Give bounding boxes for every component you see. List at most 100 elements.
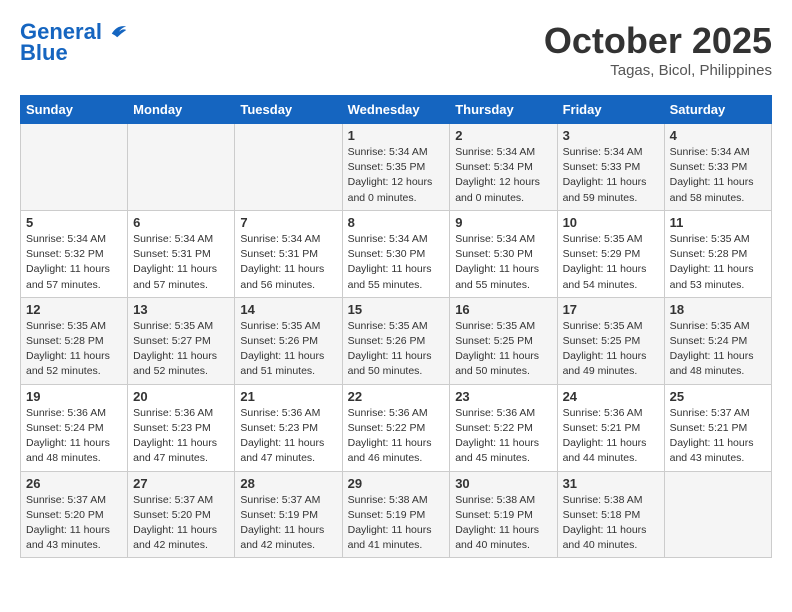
calendar-cell: 28 Sunrise: 5:37 AM Sunset: 5:19 PM Dayli… <box>235 471 342 558</box>
day-number: 2 <box>455 128 551 143</box>
day-info: Sunrise: 5:34 AM Sunset: 5:31 PM Dayligh… <box>133 232 229 293</box>
day-info: Sunrise: 5:34 AM Sunset: 5:33 PM Dayligh… <box>563 145 659 206</box>
calendar-cell: 8Sunrise: 5:34 AM Sunset: 5:30 PM Daylig… <box>342 210 450 297</box>
weekday-header-monday: Monday <box>128 96 235 124</box>
day-info: Sunrise: 5:36 AM Sunset: 5:23 PM Dayligh… <box>133 406 229 467</box>
day-number: 25 <box>670 389 766 404</box>
day-number: 18 <box>670 302 766 317</box>
calendar-cell: 10 Sunrise: 5:35 AM Sunset: 5:29 PM Dayli… <box>557 210 664 297</box>
day-number: 15 <box>348 302 445 317</box>
calendar-cell: 2 Sunrise: 5:34 AM Sunset: 5:34 PM Daylig… <box>450 124 557 211</box>
calendar-cell: 7 Sunrise: 5:34 AM Sunset: 5:31 PM Daylig… <box>235 210 342 297</box>
day-info: Sunrise: 5:34 AM Sunset: 5:32 PM Dayligh… <box>26 232 122 293</box>
calendar-cell <box>664 471 771 558</box>
calendar-cell: 4Sunrise: 5:34 AM Sunset: 5:33 PM Daylig… <box>664 124 771 211</box>
calendar-cell: 23 Sunrise: 5:36 AM Sunset: 5:22 PM Dayli… <box>450 384 557 471</box>
calendar-cell: 14 Sunrise: 5:35 AM Sunset: 5:26 PM Dayli… <box>235 297 342 384</box>
calendar-cell: 1Sunrise: 5:34 AM Sunset: 5:35 PM Daylig… <box>342 124 450 211</box>
calendar-cell: 18 Sunrise: 5:35 AM Sunset: 5:24 PM Dayli… <box>664 297 771 384</box>
day-number: 29 <box>348 476 445 491</box>
month-title: October 2025 <box>544 20 772 62</box>
day-number: 1 <box>348 128 445 143</box>
day-number: 10 <box>563 215 659 230</box>
day-number: 27 <box>133 476 229 491</box>
calendar-cell: 26 Sunrise: 5:37 AM Sunset: 5:20 PM Dayli… <box>21 471 128 558</box>
day-number: 22 <box>348 389 445 404</box>
day-info: Sunrise: 5:37 AM Sunset: 5:19 PM Dayligh… <box>240 493 336 554</box>
day-info: Sunrise: 5:35 AM Sunset: 5:27 PM Dayligh… <box>133 319 229 380</box>
day-info: Sunrise: 5:38 AM Sunset: 5:19 PM Dayligh… <box>455 493 551 554</box>
day-info: Sunrise: 5:34 AM Sunset: 5:33 PM Dayligh… <box>670 145 766 206</box>
day-info: Sunrise: 5:35 AM Sunset: 5:29 PM Dayligh… <box>563 232 659 293</box>
calendar-week-row: 19Sunrise: 5:36 AM Sunset: 5:24 PM Dayli… <box>21 384 772 471</box>
calendar-cell: 5Sunrise: 5:34 AM Sunset: 5:32 PM Daylig… <box>21 210 128 297</box>
calendar-week-row: 1Sunrise: 5:34 AM Sunset: 5:35 PM Daylig… <box>21 124 772 211</box>
day-info: Sunrise: 5:35 AM Sunset: 5:24 PM Dayligh… <box>670 319 766 380</box>
day-number: 26 <box>26 476 122 491</box>
calendar-cell: 27 Sunrise: 5:37 AM Sunset: 5:20 PM Dayli… <box>128 471 235 558</box>
page-header: General Blue October 2025 Tagas, Bicol, … <box>20 20 772 79</box>
day-info: Sunrise: 5:36 AM Sunset: 5:21 PM Dayligh… <box>563 406 659 467</box>
calendar-cell: 15Sunrise: 5:35 AM Sunset: 5:26 PM Dayli… <box>342 297 450 384</box>
title-area: October 2025 Tagas, Bicol, Philippines <box>544 20 772 79</box>
weekday-header-wednesday: Wednesday <box>342 96 450 124</box>
day-number: 8 <box>348 215 445 230</box>
calendar-cell: 29 Sunrise: 5:38 AM Sunset: 5:19 PM Dayli… <box>342 471 450 558</box>
day-info: Sunrise: 5:36 AM Sunset: 5:22 PM Dayligh… <box>455 406 551 467</box>
day-info: Sunrise: 5:36 AM Sunset: 5:22 PM Dayligh… <box>348 406 445 467</box>
calendar-cell: 13 Sunrise: 5:35 AM Sunset: 5:27 PM Dayli… <box>128 297 235 384</box>
calendar-cell <box>21 124 128 211</box>
day-info: Sunrise: 5:37 AM Sunset: 5:21 PM Dayligh… <box>670 406 766 467</box>
day-number: 24 <box>563 389 659 404</box>
day-info: Sunrise: 5:38 AM Sunset: 5:18 PM Dayligh… <box>563 493 659 554</box>
day-info: Sunrise: 5:36 AM Sunset: 5:23 PM Dayligh… <box>240 406 336 467</box>
day-info: Sunrise: 5:37 AM Sunset: 5:20 PM Dayligh… <box>133 493 229 554</box>
logo-bird-icon <box>110 21 128 39</box>
logo: General Blue <box>20 20 128 66</box>
day-info: Sunrise: 5:38 AM Sunset: 5:19 PM Dayligh… <box>348 493 445 554</box>
day-number: 13 <box>133 302 229 317</box>
calendar-cell: 11 Sunrise: 5:35 AM Sunset: 5:28 PM Dayli… <box>664 210 771 297</box>
day-info: Sunrise: 5:35 AM Sunset: 5:25 PM Dayligh… <box>563 319 659 380</box>
calendar-cell: 21Sunrise: 5:36 AM Sunset: 5:23 PM Dayli… <box>235 384 342 471</box>
calendar-cell: 6Sunrise: 5:34 AM Sunset: 5:31 PM Daylig… <box>128 210 235 297</box>
calendar-cell <box>128 124 235 211</box>
location: Tagas, Bicol, Philippines <box>544 62 772 79</box>
day-number: 9 <box>455 215 551 230</box>
calendar-cell: 16 Sunrise: 5:35 AM Sunset: 5:25 PM Dayli… <box>450 297 557 384</box>
calendar-cell <box>235 124 342 211</box>
calendar-cell: 25 Sunrise: 5:37 AM Sunset: 5:21 PM Dayli… <box>664 384 771 471</box>
day-number: 7 <box>240 215 336 230</box>
day-info: Sunrise: 5:35 AM Sunset: 5:28 PM Dayligh… <box>670 232 766 293</box>
day-number: 12 <box>26 302 122 317</box>
day-info: Sunrise: 5:34 AM Sunset: 5:34 PM Dayligh… <box>455 145 551 206</box>
weekday-header-tuesday: Tuesday <box>235 96 342 124</box>
day-number: 14 <box>240 302 336 317</box>
day-info: Sunrise: 5:35 AM Sunset: 5:25 PM Dayligh… <box>455 319 551 380</box>
day-number: 17 <box>563 302 659 317</box>
calendar-cell: 30 Sunrise: 5:38 AM Sunset: 5:19 PM Dayli… <box>450 471 557 558</box>
day-number: 28 <box>240 476 336 491</box>
day-number: 23 <box>455 389 551 404</box>
calendar-week-row: 5Sunrise: 5:34 AM Sunset: 5:32 PM Daylig… <box>21 210 772 297</box>
weekday-header-sunday: Sunday <box>21 96 128 124</box>
day-info: Sunrise: 5:34 AM Sunset: 5:31 PM Dayligh… <box>240 232 336 293</box>
day-number: 20 <box>133 389 229 404</box>
day-info: Sunrise: 5:37 AM Sunset: 5:20 PM Dayligh… <box>26 493 122 554</box>
day-info: Sunrise: 5:35 AM Sunset: 5:26 PM Dayligh… <box>240 319 336 380</box>
day-number: 16 <box>455 302 551 317</box>
weekday-header-row: SundayMondayTuesdayWednesdayThursdayFrid… <box>21 96 772 124</box>
day-number: 30 <box>455 476 551 491</box>
day-number: 31 <box>563 476 659 491</box>
calendar-week-row: 26 Sunrise: 5:37 AM Sunset: 5:20 PM Dayli… <box>21 471 772 558</box>
calendar-cell: 22 Sunrise: 5:36 AM Sunset: 5:22 PM Dayli… <box>342 384 450 471</box>
day-info: Sunrise: 5:35 AM Sunset: 5:28 PM Dayligh… <box>26 319 122 380</box>
day-number: 11 <box>670 215 766 230</box>
day-info: Sunrise: 5:36 AM Sunset: 5:24 PM Dayligh… <box>26 406 122 467</box>
calendar-week-row: 12 Sunrise: 5:35 AM Sunset: 5:28 PM Dayli… <box>21 297 772 384</box>
day-info: Sunrise: 5:34 AM Sunset: 5:30 PM Dayligh… <box>455 232 551 293</box>
weekday-header-thursday: Thursday <box>450 96 557 124</box>
calendar-cell: 3Sunrise: 5:34 AM Sunset: 5:33 PM Daylig… <box>557 124 664 211</box>
weekday-header-friday: Friday <box>557 96 664 124</box>
calendar-cell: 20 Sunrise: 5:36 AM Sunset: 5:23 PM Dayli… <box>128 384 235 471</box>
